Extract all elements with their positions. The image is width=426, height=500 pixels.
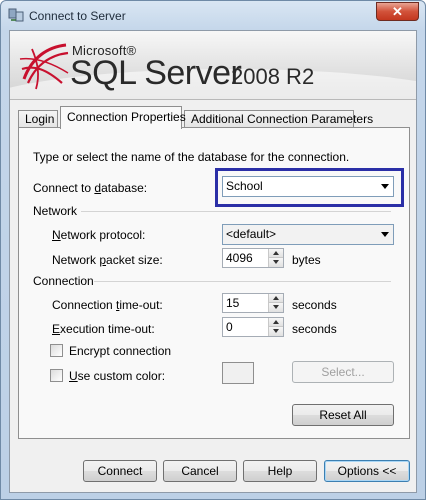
connection-group-label: Connection — [33, 274, 94, 288]
spin-up-icon[interactable] — [269, 318, 283, 327]
protocol-label: Network protocol: — [52, 228, 146, 242]
database-value: School — [226, 179, 263, 193]
packet-size-label: Network packet size: — [52, 253, 163, 267]
chevron-down-icon — [381, 184, 389, 189]
title-bar[interactable]: Connect to Server ✕ — [1, 1, 425, 31]
use-custom-color-checkbox[interactable] — [50, 369, 63, 382]
instruction-text: Type or select the name of the database … — [33, 150, 350, 164]
spin-down-icon[interactable] — [269, 303, 283, 312]
execution-timeout-spin-buttons — [268, 318, 283, 336]
banner-divider — [10, 99, 416, 100]
execution-timeout-label: Execution time-out: — [52, 322, 155, 336]
connect-button[interactable]: Connect — [83, 460, 157, 482]
execution-timeout-value: 0 — [226, 320, 233, 334]
options-button[interactable]: Options << — [324, 460, 410, 482]
reset-all-button[interactable]: Reset All — [292, 404, 394, 426]
sql-server-logo-icon — [19, 43, 69, 90]
timeout-stepper[interactable]: 15 — [222, 293, 284, 313]
encrypt-connection-label[interactable]: Encrypt connection — [69, 344, 171, 358]
dialog-body: Microsoft® SQL Server 2008 R2 Login Conn… — [9, 30, 417, 493]
timeout-value: 15 — [226, 296, 240, 310]
chevron-down-icon — [381, 232, 389, 237]
spin-up-icon[interactable] — [269, 294, 283, 303]
packet-size-stepper[interactable]: 4096 — [222, 248, 284, 268]
connect-to-server-dialog: Connect to Server ✕ Microsoft® SQL Serve… — [0, 0, 426, 500]
packet-size-unit: bytes — [292, 253, 321, 267]
execution-timeout-stepper[interactable]: 0 — [222, 317, 284, 337]
encrypt-connection-checkbox[interactable] — [50, 344, 63, 357]
help-button[interactable]: Help — [243, 460, 317, 482]
brand-product: SQL Server — [70, 54, 242, 92]
spin-down-icon[interactable] — [269, 258, 283, 267]
timeout-unit: seconds — [292, 298, 337, 312]
spin-down-icon[interactable] — [269, 327, 283, 336]
packet-size-spin-buttons — [268, 249, 283, 267]
use-custom-color-label[interactable]: Use custom color: — [69, 369, 165, 383]
window-title: Connect to Server — [29, 9, 126, 23]
network-group-label: Network — [33, 204, 78, 218]
database-label: Connect to database: — [33, 181, 148, 195]
brand-version: 2008 R2 — [231, 64, 315, 89]
select-color-button[interactable]: Select... — [292, 361, 394, 383]
custom-color-swatch[interactable] — [222, 362, 254, 384]
connection-properties-panel: Type or select the name of the database … — [18, 127, 410, 439]
cancel-button[interactable]: Cancel — [163, 460, 237, 482]
tab-connection-properties[interactable]: Connection Properties — [60, 106, 186, 129]
database-combo[interactable]: School — [222, 176, 394, 197]
connection-group-divider — [94, 281, 391, 282]
protocol-value: <default> — [226, 227, 277, 241]
protocol-combo[interactable]: <default> — [222, 224, 394, 245]
execution-timeout-unit: seconds — [292, 322, 337, 336]
network-group-divider — [81, 211, 391, 212]
timeout-spin-buttons — [268, 294, 283, 312]
timeout-label: Connection time-out: — [52, 298, 163, 312]
close-button[interactable]: ✕ — [376, 2, 419, 21]
server-connect-icon — [8, 8, 24, 22]
packet-size-value: 4096 — [226, 251, 253, 265]
product-banner: Microsoft® SQL Server 2008 R2 — [10, 31, 416, 99]
spin-up-icon[interactable] — [269, 249, 283, 258]
